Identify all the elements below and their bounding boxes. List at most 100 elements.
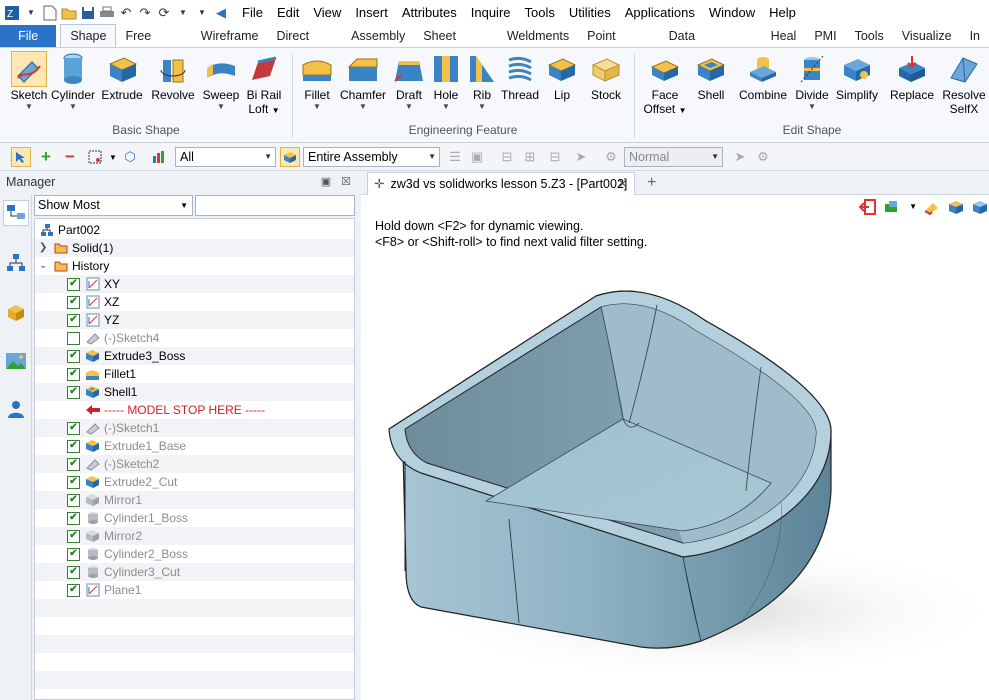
tab-tools[interactable]: Tools <box>846 25 893 47</box>
chevron-down-icon[interactable]: ⌄ <box>39 257 53 275</box>
tab-file[interactable]: File <box>0 25 57 47</box>
show-most-combo[interactable]: Show Most ▼ <box>34 195 193 216</box>
visibility-checkbox[interactable]: ✔ <box>67 565 80 579</box>
chevron-down-icon[interactable]: ▼ <box>175 5 191 21</box>
tab-free-form[interactable]: Free Form <box>116 25 191 65</box>
undo-icon[interactable]: ↶ <box>118 5 134 21</box>
tree-root[interactable]: Part002 <box>35 221 354 239</box>
model-3d-shell[interactable] <box>361 171 989 700</box>
model-stop-marker[interactable]: ----- MODEL STOP HERE ----- <box>35 401 354 419</box>
menu-tools[interactable]: Tools <box>518 0 562 25</box>
box-select-icon[interactable] <box>86 148 104 166</box>
resolve-selfx-button[interactable]: Resolve SelfX <box>941 52 987 116</box>
remove-icon[interactable]: − <box>61 147 79 166</box>
face-offset-button[interactable]: Face Offset ▼ <box>643 52 687 118</box>
simplify-button[interactable]: Simplify <box>833 52 881 102</box>
history-item[interactable]: ✔ (-)Sketch2 <box>35 455 354 473</box>
lock-icon[interactable]: ▣ <box>468 148 486 166</box>
refresh-icon[interactable]: ⟳ <box>156 5 172 21</box>
save-icon[interactable] <box>80 5 96 21</box>
filter-combo[interactable]: All ▼ <box>175 147 276 167</box>
chamfer-button[interactable]: Chamfer ▼ <box>339 52 387 112</box>
shell-button[interactable]: Shell <box>691 52 731 102</box>
graphics-viewport[interactable]: ✛ zw3d vs solidworks lesson 5.Z3 - [Part0… <box>361 171 989 700</box>
menu-help[interactable]: Help <box>762 0 803 25</box>
history-item[interactable]: ✔ Plane1 <box>35 581 354 599</box>
divide-button[interactable]: Divide ▼ <box>793 52 831 112</box>
bi-rail-loft-button[interactable]: Bi Rail Loft ▼ <box>242 52 286 118</box>
assembly-manager-icon[interactable] <box>3 250 29 276</box>
visibility-checkbox[interactable] <box>67 331 80 345</box>
collapse-arrow-icon[interactable]: ◀ <box>213 5 229 21</box>
history-item[interactable]: ✔ Mirror2 <box>35 527 354 545</box>
visibility-checkbox[interactable]: ✔ <box>67 277 80 291</box>
visibility-checkbox[interactable]: ✔ <box>67 385 80 399</box>
sweep-button[interactable]: Sweep ▼ <box>198 52 244 112</box>
add-icon[interactable]: + <box>37 147 55 166</box>
pointer-icon[interactable]: ➤ <box>731 148 749 166</box>
history-item[interactable]: ✔ Extrude3_Boss <box>35 347 354 365</box>
thread-button[interactable]: Thread <box>499 52 541 102</box>
history-item[interactable]: ✔ XZ <box>35 293 354 311</box>
tab-assembly[interactable]: Assembly <box>342 25 414 47</box>
fillet-button[interactable]: Fillet ▼ <box>295 52 339 112</box>
assembly-scope-combo[interactable]: Entire Assembly ▼ <box>303 147 440 167</box>
menu-utilities[interactable]: Utilities <box>562 0 618 25</box>
extrude-button[interactable]: Extrude <box>99 52 145 102</box>
tab-data-exchange[interactable]: Data Exchange <box>660 25 762 65</box>
history-item[interactable]: (-)Sketch4 <box>35 329 354 347</box>
print-icon[interactable] <box>99 5 115 21</box>
revolve-button[interactable]: Revolve <box>150 52 196 102</box>
lip-button[interactable]: Lip <box>546 52 578 102</box>
menu-window[interactable]: Window <box>702 0 762 25</box>
menu-edit[interactable]: Edit <box>270 0 306 25</box>
visibility-checkbox[interactable]: ✔ <box>67 583 80 597</box>
visibility-checkbox[interactable]: ✔ <box>67 439 80 453</box>
tab-direct-edit[interactable]: Direct Edit <box>267 25 342 65</box>
layer-icon[interactable]: ⊞ <box>521 148 539 166</box>
menu-inquire[interactable]: Inquire <box>464 0 518 25</box>
redo-icon[interactable]: ↷ <box>137 5 153 21</box>
visibility-checkbox[interactable]: ✔ <box>67 457 80 471</box>
visibility-checkbox[interactable]: ✔ <box>67 475 80 489</box>
history-item[interactable]: ✔ Fillet1 <box>35 365 354 383</box>
visibility-checkbox[interactable]: ✔ <box>67 349 80 363</box>
history-item[interactable]: ✔ YZ <box>35 311 354 329</box>
lasso-icon[interactable]: ⬡ <box>121 148 139 166</box>
visibility-checkbox[interactable]: ✔ <box>67 529 80 543</box>
gear-icon[interactable]: ⚙ <box>754 148 772 166</box>
new-file-icon[interactable] <box>42 5 58 21</box>
open-folder-icon[interactable] <box>61 5 77 21</box>
history-item[interactable]: ✔ Shell1 <box>35 383 354 401</box>
menu-file[interactable]: File <box>235 0 270 25</box>
menu-applications[interactable]: Applications <box>618 0 702 25</box>
chevron-down-icon[interactable]: ▼ <box>194 5 210 21</box>
visibility-checkbox[interactable]: ✔ <box>67 295 80 309</box>
history-item[interactable]: ✔ Mirror1 <box>35 491 354 509</box>
history-item[interactable]: ✔ Cylinder2_Boss <box>35 545 354 563</box>
visibility-checkbox[interactable]: ✔ <box>67 367 80 381</box>
tab-weldments[interactable]: Weldments <box>498 25 578 47</box>
visibility-checkbox[interactable]: ✔ <box>67 547 80 561</box>
combine-button[interactable]: Combine <box>737 52 789 102</box>
grid-icon[interactable]: ☰ <box>446 148 464 166</box>
cylinder-button[interactable]: Cylinder ▼ <box>50 52 96 112</box>
history-item[interactable]: ✔ Cylinder3_Cut <box>35 563 354 581</box>
pick-mode-icon[interactable] <box>11 147 31 167</box>
chevron-down-icon[interactable]: ▼ <box>104 148 122 166</box>
manager-search-input[interactable] <box>195 195 355 216</box>
tree-history-node[interactable]: ⌄ History <box>35 257 354 275</box>
tab-pmi[interactable]: PMI <box>805 25 845 47</box>
history-item[interactable]: ✔ (-)Sketch1 <box>35 419 354 437</box>
image-library-icon[interactable] <box>3 348 29 374</box>
mode-combo[interactable]: Normal ▼ <box>624 147 723 167</box>
filter-icon[interactable] <box>150 148 168 166</box>
sketch-button[interactable]: Sketch ▼ <box>8 51 50 112</box>
tab-sheet-metal[interactable]: Sheet Metal <box>414 25 498 65</box>
assembly-icon[interactable] <box>280 147 300 167</box>
history-item[interactable]: ✔ Cylinder1_Boss <box>35 509 354 527</box>
visibility-checkbox[interactable]: ✔ <box>67 421 80 435</box>
tab-visualize[interactable]: Visualize <box>893 25 961 47</box>
pin-icon[interactable]: ▣ <box>321 175 331 188</box>
history-item[interactable]: ✔ Extrude2_Cut <box>35 473 354 491</box>
